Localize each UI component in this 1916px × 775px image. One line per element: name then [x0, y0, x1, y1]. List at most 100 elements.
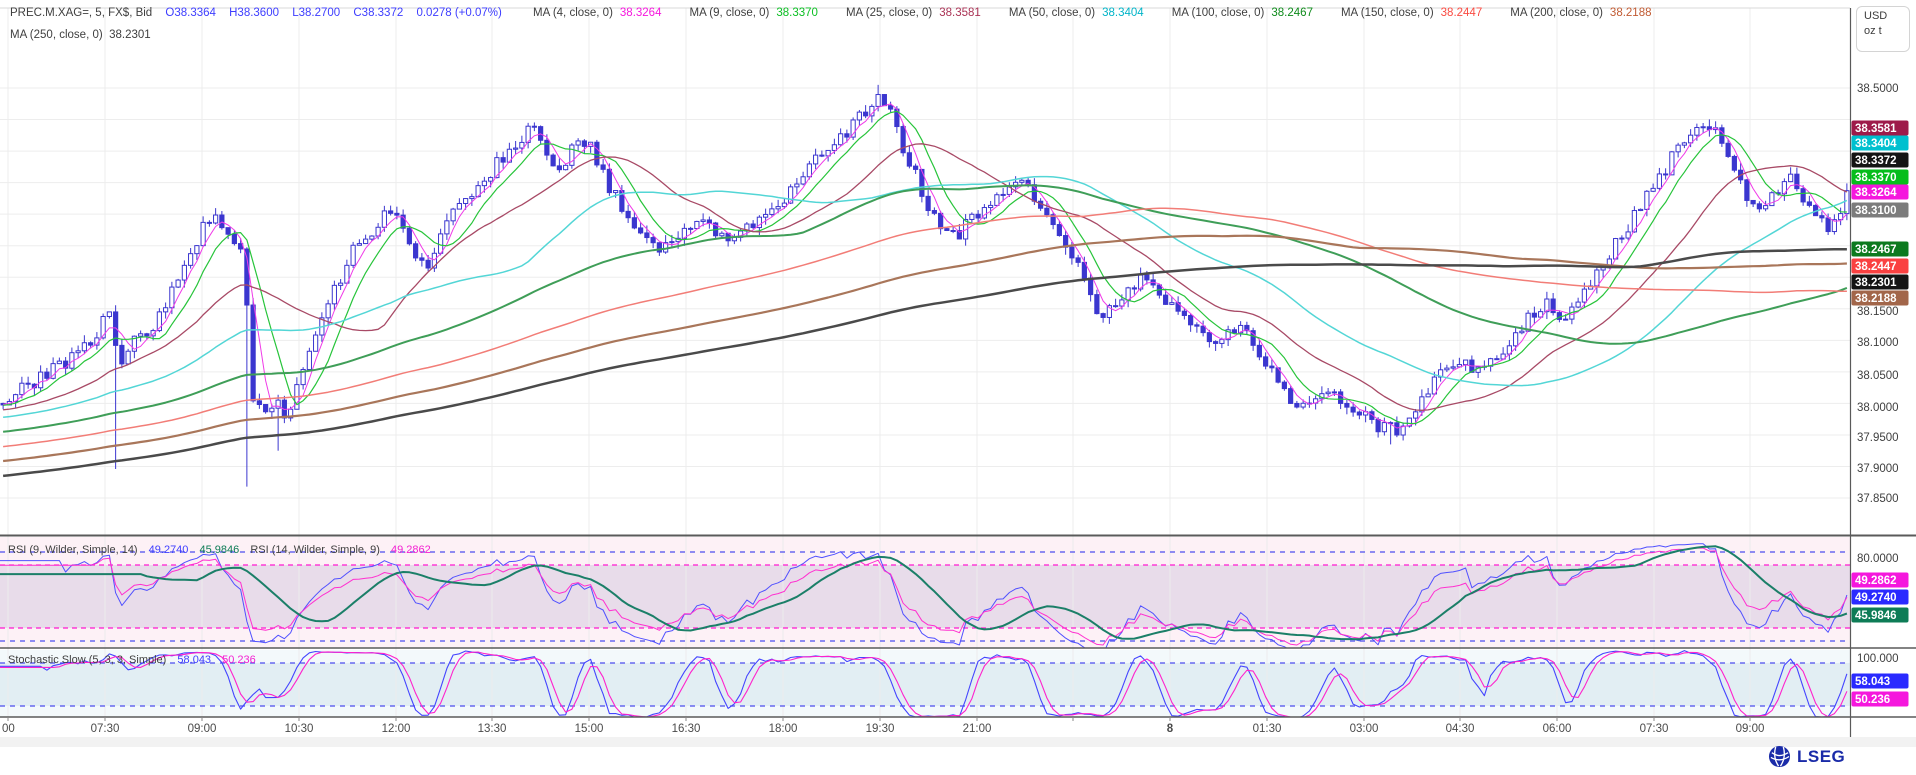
axis-price-badge-text: 38.2467 — [1855, 244, 1897, 256]
ma-legend-item-undefined[interactable]: MA (200, close, 0) 38.2188 — [1510, 7, 1651, 19]
axis-price-badge-text: 49.2740 — [1855, 592, 1897, 604]
ma-legend-item-undefined[interactable]: MA (4, close, 0) 38.3264 — [533, 7, 661, 19]
axis-price-badge-text: 38.3370 — [1855, 172, 1897, 184]
time-axis-label: 00 — [2, 723, 15, 735]
time-axis-label: 09:00 — [188, 723, 217, 735]
ma-legend-item-undefined[interactable]: MA (9, close, 0) 38.3370 — [689, 7, 817, 19]
axis-tick-label: 80.0000 — [1857, 553, 1899, 565]
ma-legend-label: MA (100, close, 0) — [1172, 7, 1265, 19]
ma250-value: 38.2301 — [109, 29, 151, 41]
time-axis-label: 21:00 — [963, 723, 992, 735]
time-axis-label: 01:30 — [1253, 723, 1282, 735]
axis-tick-label: 38.1000 — [1857, 337, 1899, 349]
currency-label: USD — [1857, 7, 1909, 22]
ma-legend: MA (4, close, 0) 38.3264 MA (9, close, 0) 3… — [515, 7, 1661, 19]
axis-price-badge-text: 38.2188 — [1855, 293, 1897, 305]
ma-line-200 — [3, 236, 1847, 461]
axis-price-badge-text: 45.9846 — [1855, 610, 1897, 622]
ma-line-250 — [3, 249, 1847, 476]
rsi9-signal-value: 45.9846 — [199, 544, 239, 556]
ma-legend-value: 38.2188 — [1610, 7, 1652, 19]
time-axis-label: 8 — [1167, 723, 1174, 735]
stoch-label[interactable]: Stochastic Slow (5, 3, 3, Simple) — [8, 654, 166, 666]
ma-legend-item-undefined[interactable]: MA (100, close, 0) 38.2467 — [1172, 7, 1313, 19]
ma-legend-value: 38.3404 — [1102, 7, 1144, 19]
time-axis[interactable]: 00 07:30 09:00 10:30 12:00 13:30 15:00 16:30 18:… — [2, 723, 1764, 735]
ma-line-50 — [3, 177, 1847, 418]
axis-price-badge-text: 58.043 — [1855, 676, 1890, 688]
ma-legend-label: MA (9, close, 0) — [689, 7, 769, 19]
price-axis[interactable]: 38.5000 38.1500 38.1000 38.0500 38.0000 37.95… — [1852, 83, 1909, 707]
pane-backgrounds — [0, 537, 1850, 717]
time-axis-label: 12:00 — [382, 723, 411, 735]
axis-price-badge-text: 38.2447 — [1855, 261, 1897, 273]
time-axis-label: 07:30 — [91, 723, 120, 735]
axis-price-badge-text: 38.3100 — [1855, 205, 1897, 217]
ma-legend-label: MA (4, close, 0) — [533, 7, 613, 19]
open-value: O38.3364 — [165, 7, 216, 19]
time-axis-label: 16:30 — [672, 723, 701, 735]
axis-tick-label: 38.1500 — [1857, 306, 1899, 318]
axis-price-badge-text: 38.3581 — [1855, 123, 1897, 135]
ma-lines — [3, 104, 1847, 476]
ma-legend-label: MA (25, close, 0) — [846, 7, 932, 19]
ma-line-150 — [3, 208, 1847, 446]
rsi9-value: 49.2740 — [149, 544, 189, 556]
lseg-logo: LSEG — [1768, 745, 1845, 768]
change-value: 0.0278 (+0.07%) — [416, 7, 501, 19]
axis-tick-label: 38.0500 — [1857, 370, 1899, 382]
axis-tick-label: 37.9500 — [1857, 432, 1899, 444]
axis-tick-label: 38.5000 — [1857, 83, 1899, 95]
time-axis-label: 06:00 — [1543, 723, 1572, 735]
ma-legend-value: 38.3370 — [776, 7, 818, 19]
axis-tick-label: 38.0000 — [1857, 402, 1899, 414]
rsi14-value: 49.2862 — [391, 544, 431, 556]
time-axis-label: 15:00 — [575, 723, 604, 735]
unit-label: oz t — [1857, 22, 1909, 37]
ma-legend-value: 38.2467 — [1271, 7, 1313, 19]
chart-window: 00 07:30 09:00 10:30 12:00 13:30 15:00 16:30 18:… — [0, 0, 1916, 775]
time-axis-label: 18:00 — [769, 723, 798, 735]
high-value: H38.3600 — [229, 7, 279, 19]
bottom-strip — [0, 737, 1916, 747]
axis-price-badge-text: 49.2862 — [1855, 575, 1897, 587]
stoch-k-value: 58.043 — [177, 654, 211, 666]
ma-legend-value: 38.3581 — [939, 7, 981, 19]
ma250-label[interactable]: MA (250, close, 0) — [10, 29, 103, 41]
axis-price-badge-text: 50.236 — [1855, 694, 1890, 706]
axis-price-badge-text: 38.2301 — [1855, 277, 1897, 289]
low-value: L38.2700 — [292, 7, 340, 19]
axis-unit-box[interactable]: USD oz t — [1856, 6, 1910, 52]
ma-legend-value: 38.3264 — [620, 7, 662, 19]
axis-price-badge-text: 38.3372 — [1855, 155, 1897, 167]
time-axis-label: 10:30 — [285, 723, 314, 735]
axis-tick-label: 37.8500 — [1857, 493, 1899, 505]
rsi9-label[interactable]: RSI (9, Wilder, Simple, 14) — [8, 544, 138, 556]
lseg-globe-icon — [1768, 745, 1791, 768]
stoch-d-value: 50.236 — [222, 654, 256, 666]
rsi-legend: RSI (9, Wilder, Simple, 14) 49.2740 45.9… — [8, 544, 439, 556]
time-axis-label: 19:30 — [866, 723, 895, 735]
ma-legend-value: 38.2447 — [1441, 7, 1483, 19]
time-axis-label: 09:00 — [1736, 723, 1765, 735]
ma-legend-item-undefined[interactable]: MA (25, close, 0) 38.3581 — [846, 7, 981, 19]
ma-legend-label: MA (150, close, 0) — [1341, 7, 1434, 19]
instrument-label[interactable]: PREC.M.XAG=, 5, FX$, Bid — [10, 7, 152, 19]
time-axis-label: 13:30 — [478, 723, 507, 735]
axis-tick-label: 100.000 — [1857, 653, 1899, 665]
time-axis-label: 04:30 — [1446, 723, 1475, 735]
chart-legend-row1: PREC.M.XAG=, 5, FX$, Bid O38.3364 H38.36… — [10, 7, 1672, 19]
axis-tick-label: 37.9000 — [1857, 463, 1899, 475]
ma-legend-label: MA (200, close, 0) — [1510, 7, 1603, 19]
stoch-legend: Stochastic Slow (5, 3, 3, Simple) 58.043… — [8, 654, 264, 666]
time-axis-label: 07:30 — [1640, 723, 1669, 735]
lseg-logo-text: LSEG — [1797, 747, 1845, 767]
ma-legend-item-undefined[interactable]: MA (50, close, 0)38.3404 — [1009, 7, 1144, 19]
chart-legend-row2: MA (250, close, 0) 38.2301 — [10, 29, 151, 41]
rsi14-label[interactable]: RSI (14, Wilder, Simple, 9) — [250, 544, 380, 556]
chart-canvas[interactable]: 00 07:30 09:00 10:30 12:00 13:30 15:00 16:30 18:… — [0, 0, 1916, 775]
time-axis-label: 03:00 — [1350, 723, 1379, 735]
axis-price-badge-text: 38.3404 — [1855, 138, 1897, 150]
axis-price-badge-text: 38.3264 — [1855, 187, 1897, 199]
ma-legend-item-undefined[interactable]: MA (150, close, 0) 38.2447 — [1341, 7, 1482, 19]
